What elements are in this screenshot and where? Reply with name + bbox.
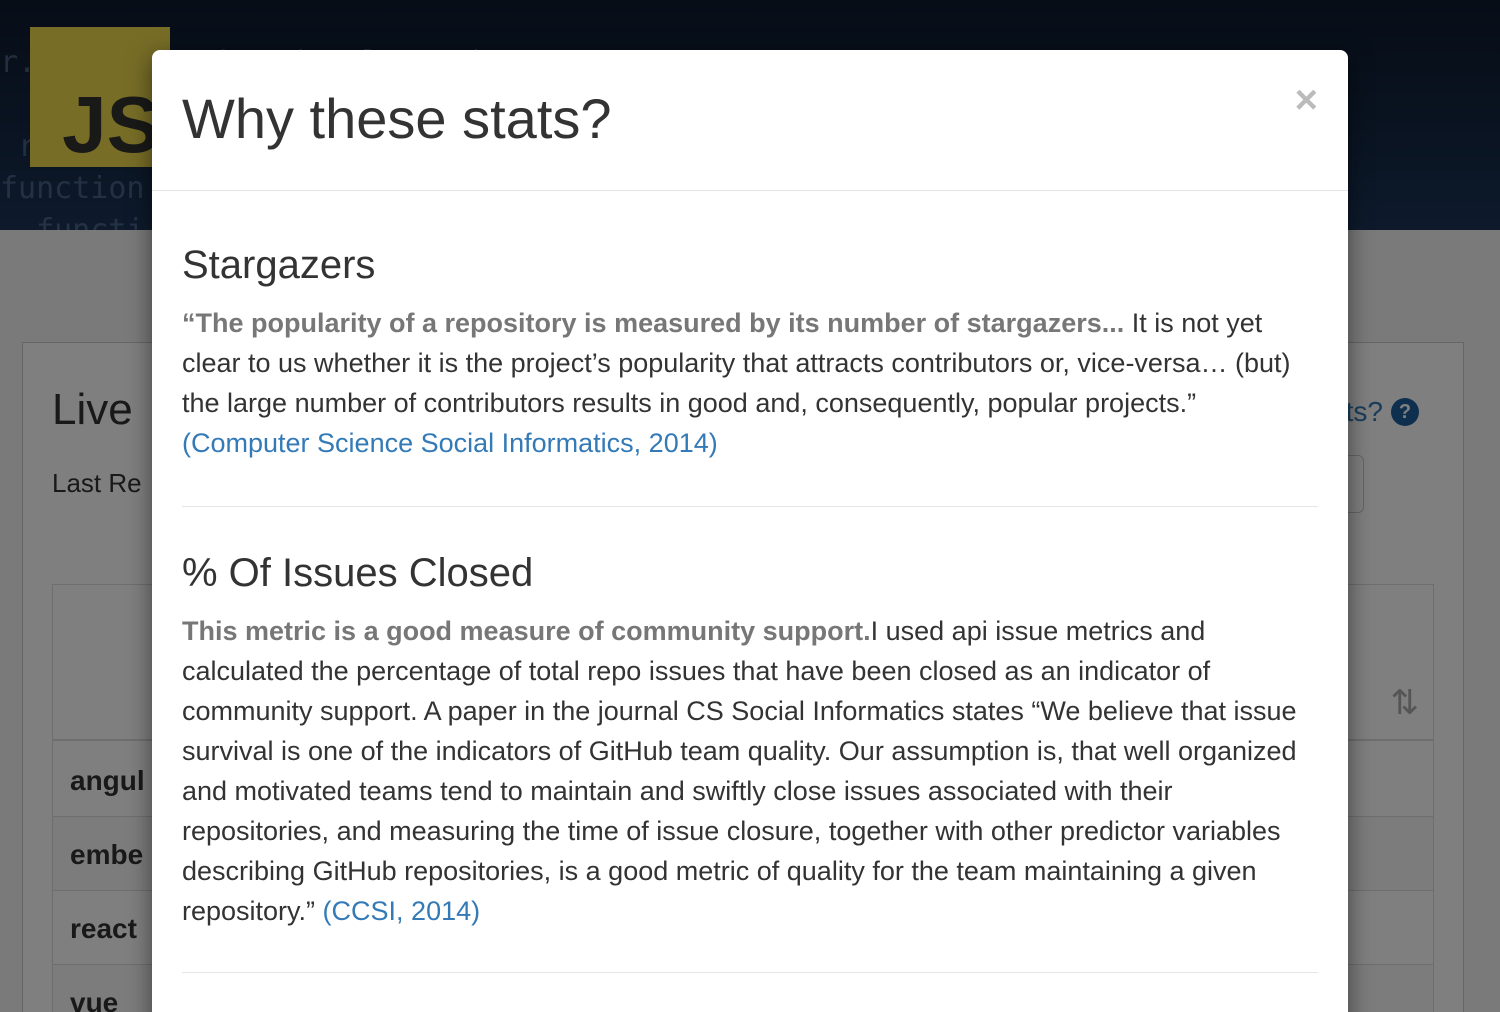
section-text: “The popularity of a repository is measu…: [182, 303, 1318, 463]
section-lead-quote: This metric is a good measure of communi…: [182, 616, 871, 646]
citation-link[interactable]: (Computer Science Social Informatics, 20…: [182, 428, 718, 458]
modal-title: Why these stats?: [182, 87, 612, 150]
modal-body: Stargazers “The popularity of a reposito…: [152, 191, 1348, 973]
section-body: I used api issue metrics and calculated …: [182, 616, 1297, 926]
section-heading: % Of Issues Closed: [182, 551, 534, 595]
modal-header: Why these stats? ×: [152, 50, 1348, 191]
close-icon[interactable]: ×: [1295, 80, 1318, 120]
citation-link[interactable]: (CCSI, 2014): [323, 896, 481, 926]
section-lead-quote: “The popularity of a repository is measu…: [182, 308, 1125, 338]
section-stargazers: Stargazers “The popularity of a reposito…: [182, 191, 1318, 507]
why-these-stats-modal: Why these stats? × Stargazers “The popul…: [152, 50, 1348, 1012]
section-text: This metric is a good measure of communi…: [182, 611, 1318, 931]
section-issues-closed: % Of Issues Closed This metric is a good…: [182, 507, 1318, 973]
section-heading: Stargazers: [182, 243, 376, 287]
